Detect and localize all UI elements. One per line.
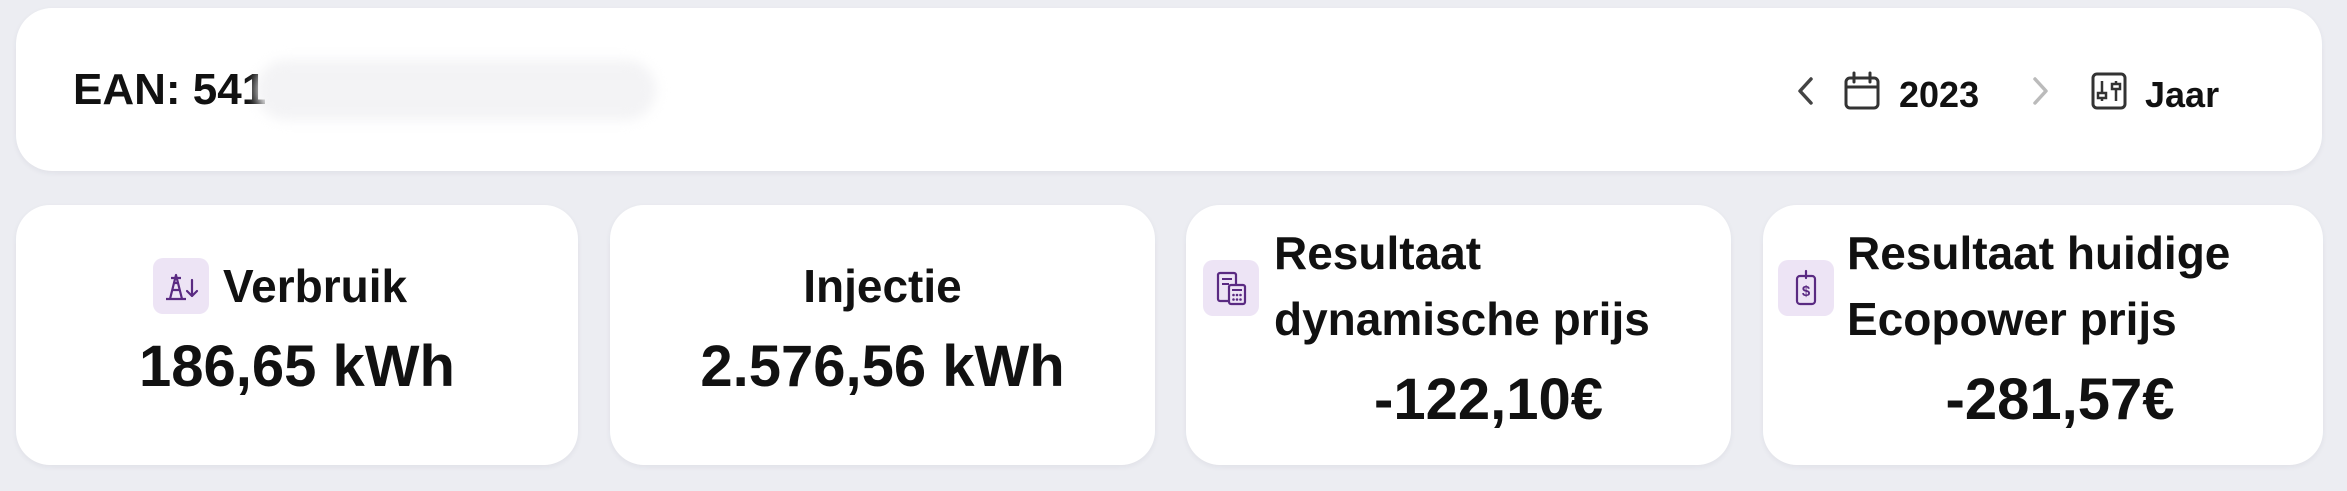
ecopower-prijs-title-line2: Ecopower prijs	[1847, 293, 2177, 345]
injectie-card: Injectie 2.576,56 kWh	[610, 205, 1155, 465]
chevron-left-icon	[1798, 77, 1813, 105]
ean-redaction	[256, 60, 656, 120]
ean-label: EAN: 541	[73, 65, 267, 114]
ecopower-prijs-title: Resultaat huidige Ecopower prijs	[1847, 220, 2230, 352]
injectie-title: Injectie	[803, 260, 962, 312]
calendar-icon	[1844, 71, 1880, 110]
injectie-value: 2.576,56 kWh	[700, 334, 1065, 399]
dollar-tag-icon: $	[1778, 260, 1834, 316]
dynamische-prijs-title: Resultaat dynamische prijs	[1274, 220, 1650, 352]
previous-year-button[interactable]	[1781, 66, 1831, 116]
calendar-button[interactable]	[1836, 65, 1888, 117]
header-bar: EAN: 541 2023 Jaar	[16, 8, 2322, 171]
year-value: 2023	[1899, 74, 1980, 115]
ecopower-prijs-value: -281,57€	[1945, 367, 2175, 432]
next-year-button[interactable]	[2015, 66, 2065, 116]
verbruik-title: Verbruik	[223, 260, 408, 312]
dynamische-prijs-value: -122,10€	[1374, 367, 1603, 432]
verbruik-value: 186,65 kWh	[139, 334, 455, 399]
dynamische-prijs-title-line1: Resultaat	[1274, 227, 1482, 279]
power-pylon-down-icon	[153, 258, 209, 314]
period-value: Jaar	[2145, 74, 2220, 115]
verbruik-card: Verbruik 186,65 kWh	[16, 205, 578, 465]
dynamische-prijs-title-line2: dynamische prijs	[1274, 293, 1650, 345]
period-selector-button[interactable]	[2083, 65, 2135, 117]
chevron-right-icon	[2033, 77, 2048, 105]
ecopower-prijs-title-line1: Resultaat huidige	[1847, 227, 2231, 279]
sliders-icon	[2091, 72, 2127, 110]
invoice-calculator-icon	[1203, 260, 1259, 316]
svg-text:$: $	[1802, 283, 1811, 300]
ecopower-prijs-card: $ Resultaat huidige Ecopower prijs -281,…	[1763, 205, 2323, 465]
dynamische-prijs-card: Resultaat dynamische prijs -122,10€	[1186, 205, 1731, 465]
verbruik-title-row: Verbruik	[153, 253, 407, 319]
